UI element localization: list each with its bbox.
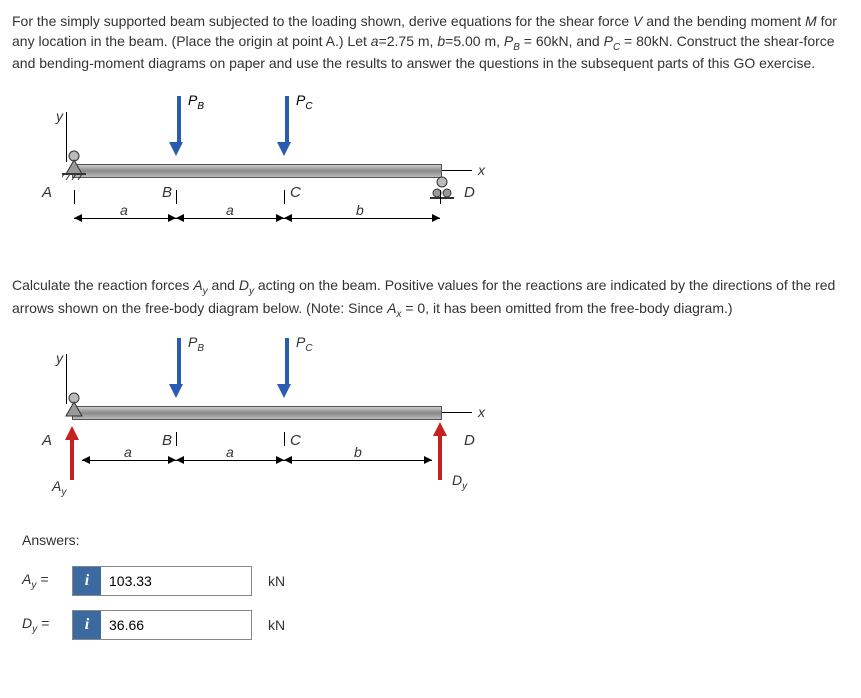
calculation-instruction: Calculate the reaction forces Ay and Dy … [12, 276, 849, 322]
y-axis-label: y [56, 108, 63, 124]
answer-row-ay: Ay = i kN [22, 566, 849, 596]
answer-var-ay: Ay = [22, 571, 62, 591]
arrowhead-icon [284, 456, 292, 464]
dim-a2-line [176, 218, 284, 219]
x-axis-label: x [478, 404, 485, 420]
force-pc-label: PC [296, 334, 313, 354]
force-pb-label: PB [188, 92, 204, 112]
answer-input-wrapper-ay: i [72, 566, 252, 596]
dim-a1-line [82, 460, 176, 461]
reaction-ay-arrow [70, 426, 79, 480]
hint-icon[interactable]: i [73, 611, 101, 639]
dim-a1-label: a [124, 444, 132, 460]
reaction-dy-label: Dy [452, 472, 467, 492]
arrowhead-icon [168, 456, 176, 464]
x-axis-label: x [478, 162, 485, 178]
arrowhead-icon [284, 214, 292, 222]
point-a-label: A [42, 184, 52, 201]
beam-body [72, 406, 442, 420]
dim-b-label: b [354, 444, 362, 460]
x-axis-line [442, 412, 472, 413]
force-pb-arrow [174, 338, 183, 398]
arrowhead-icon [82, 456, 90, 464]
point-a-label: A [42, 432, 52, 449]
point-d-label: D [464, 184, 475, 201]
dim-a1-label: a [120, 202, 128, 218]
answer-input-wrapper-dy: i [72, 610, 252, 640]
arrowhead-icon [74, 214, 82, 222]
point-d-label: D [464, 432, 475, 449]
dim-tick [176, 190, 177, 204]
arrowhead-icon [424, 456, 432, 464]
problem-statement: For the simply supported beam subjected … [12, 12, 849, 74]
force-pb-label: PB [188, 334, 204, 354]
arrowhead-icon [432, 214, 440, 222]
dim-b-label: b [356, 202, 364, 218]
reaction-ay-label: Ay [52, 478, 66, 498]
dim-tick [284, 190, 285, 204]
force-pb-arrow [174, 96, 183, 156]
point-b-label: B [162, 432, 172, 449]
answer-input-dy[interactable] [101, 611, 251, 639]
hint-icon[interactable]: i [73, 567, 101, 595]
dim-a2-line [176, 460, 284, 461]
dim-a2-label: a [226, 444, 234, 460]
dim-b-line [284, 460, 432, 461]
dim-tick [176, 432, 177, 446]
dim-tick [440, 190, 441, 204]
beam-diagram-loaded: y PB PC x A B C D a a [32, 90, 492, 260]
arrowhead-icon [276, 456, 284, 464]
point-c-label: C [290, 184, 301, 201]
dim-a1-line [74, 218, 176, 219]
force-pc-label: PC [296, 92, 313, 112]
answer-var-dy: Dy = [22, 615, 62, 635]
dim-a2-label: a [226, 202, 234, 218]
roller-support-right [430, 176, 454, 204]
unit-ay: kN [268, 573, 285, 589]
beam-diagram-fbd: y PB PC Ay Dy x A B C D a a b [32, 332, 492, 516]
reaction-dy-arrow [438, 422, 447, 480]
beam-body [72, 164, 442, 178]
unit-dy: kN [268, 617, 285, 633]
y-axis-label: y [56, 350, 63, 366]
answer-row-dy: Dy = i kN [22, 610, 849, 640]
x-axis-line [442, 170, 472, 171]
pin-support-left [62, 392, 86, 424]
arrowhead-icon [176, 456, 184, 464]
arrowhead-icon [168, 214, 176, 222]
dim-b-line [284, 218, 440, 219]
answer-input-ay[interactable] [101, 567, 251, 595]
force-pc-arrow [282, 96, 291, 156]
arrowhead-icon [276, 214, 284, 222]
dim-tick [284, 432, 285, 446]
force-pc-arrow [282, 338, 291, 398]
point-c-label: C [290, 432, 301, 449]
dim-tick [74, 190, 75, 204]
answers-heading: Answers: [22, 532, 849, 548]
arrowhead-icon [176, 214, 184, 222]
pin-support-left [62, 150, 86, 182]
point-b-label: B [162, 184, 172, 201]
